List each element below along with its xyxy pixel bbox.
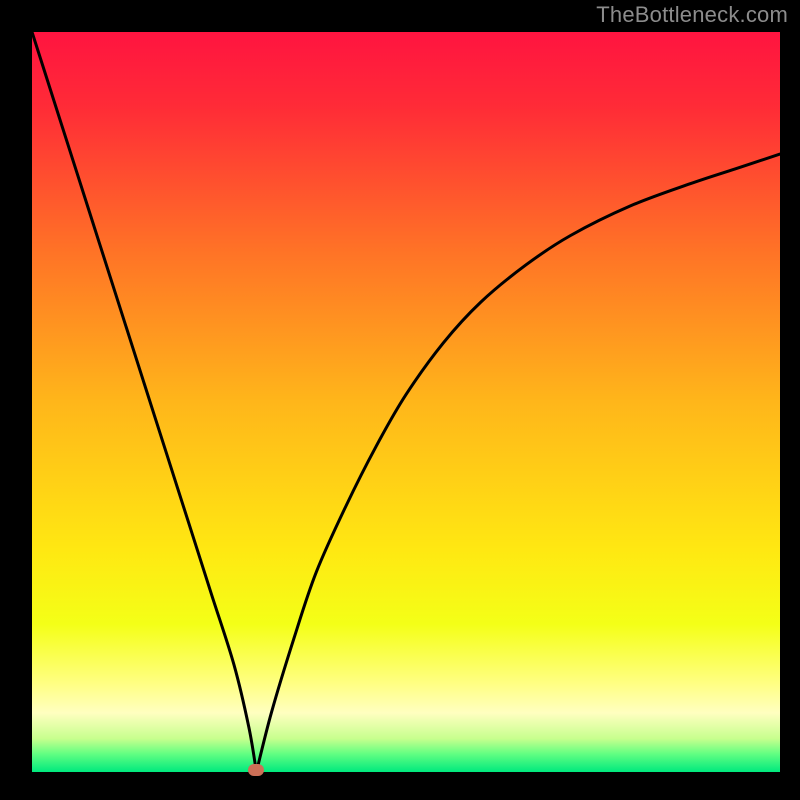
series-right-branch	[256, 154, 780, 772]
chart-frame: TheBottleneck.com	[0, 0, 800, 800]
plot-area	[32, 32, 780, 772]
series-left-branch	[32, 32, 256, 772]
watermark-text: TheBottleneck.com	[596, 2, 788, 28]
bottleneck-curve	[32, 32, 780, 772]
optimal-marker	[248, 764, 264, 776]
